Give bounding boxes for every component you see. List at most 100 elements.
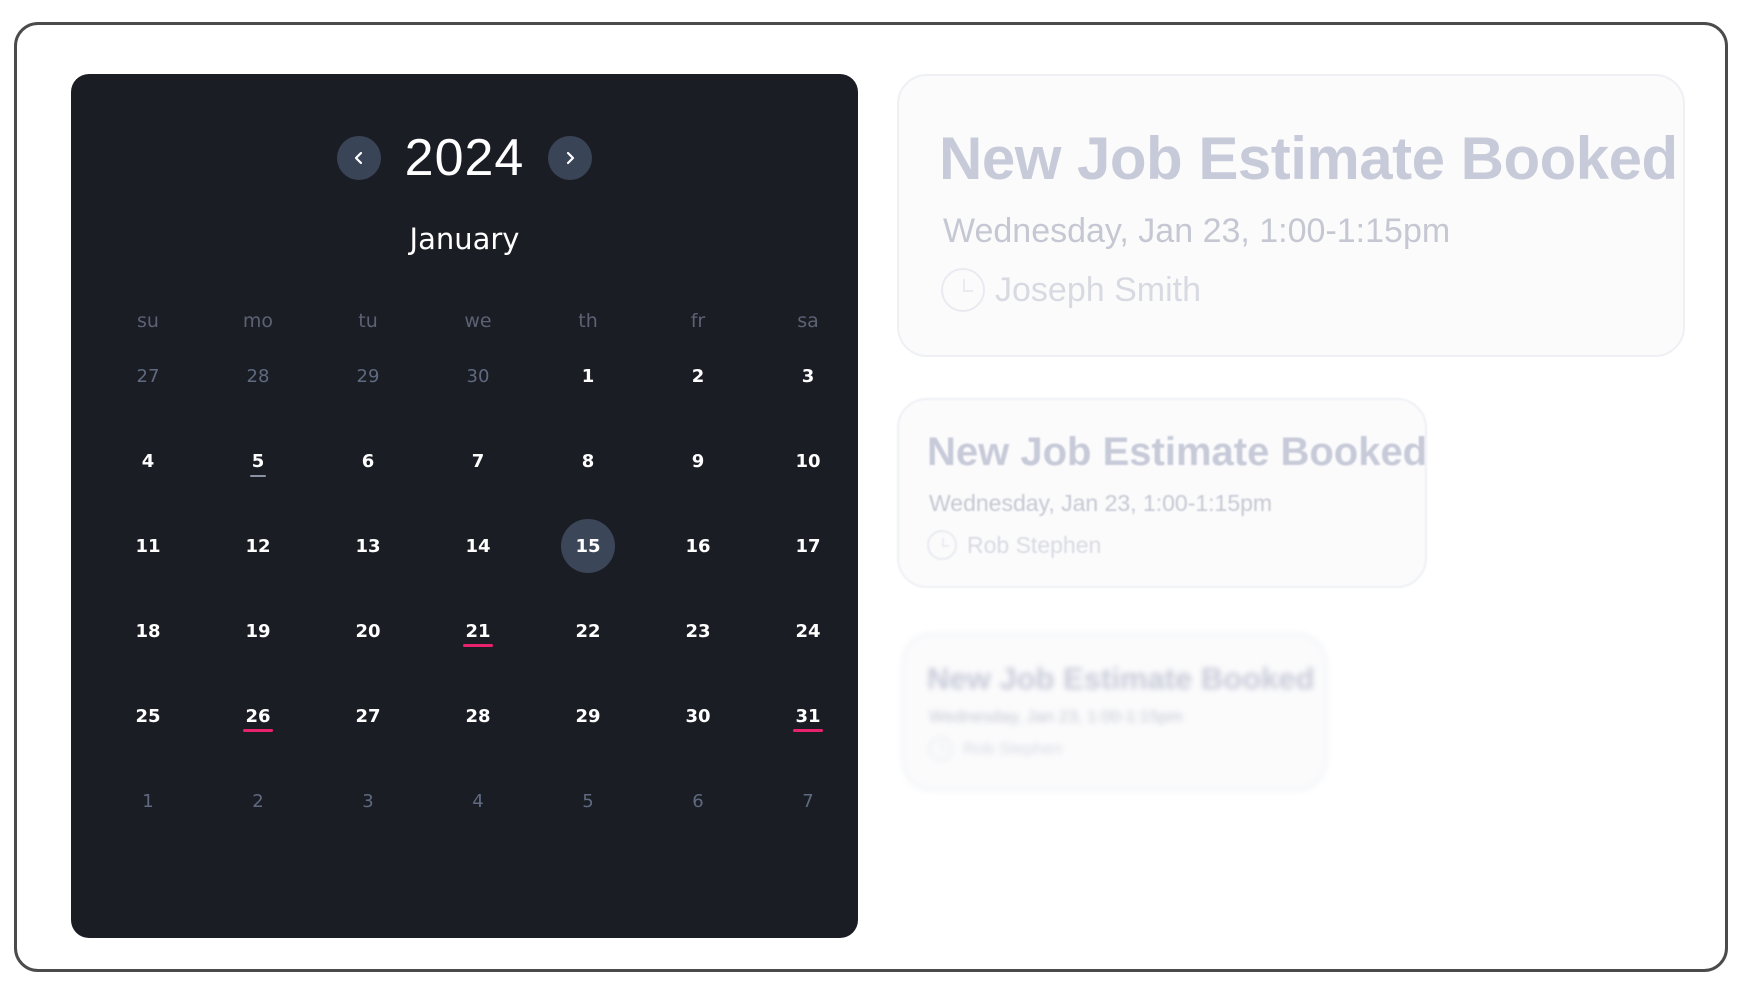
calendar-week-row: 1 2 3 4 5 6 7 [93, 774, 863, 828]
calendar-day-number: 28 [246, 365, 270, 387]
calendar-day-number: 27 [136, 365, 160, 387]
weekday-label: fr [690, 310, 706, 332]
calendar-day-number: 30 [685, 705, 711, 727]
weekday-header: su mo tu we th fr sa [93, 310, 863, 332]
calendar-day[interactable]: 6 [671, 774, 725, 828]
calendar-day[interactable]: 2 [231, 774, 285, 828]
notification-title: New Job Estimate Booked [927, 430, 1428, 474]
weekday-label: tu [358, 310, 378, 332]
clock-icon [941, 268, 985, 312]
calendar-day[interactable]: 9 [671, 434, 725, 488]
notification-time: Wednesday, Jan 23, 1:00-1:15pm [929, 490, 1273, 516]
calendar-day[interactable]: 3 [341, 774, 395, 828]
notification-person-row: Rob Stephen [929, 737, 1062, 761]
calendar-week-row: 25 26 27 28 29 30 31 [93, 689, 863, 743]
next-year-button[interactable] [548, 136, 593, 180]
calendar-day-selected[interactable]: 15 [561, 519, 615, 573]
notification-card[interactable]: New Job Estimate Booked Wednesday, Jan 2… [897, 74, 1685, 357]
calendar-day[interactable]: 6 [341, 434, 395, 488]
year-label: 2024 [404, 129, 525, 187]
calendar-day[interactable]: 20 [341, 604, 395, 658]
calendar-day-number: 6 [361, 450, 375, 472]
prev-year-button[interactable] [336, 136, 381, 180]
calendar-day[interactable]: 7 [781, 774, 835, 828]
calendar-week-row: 4 5 6 7 8 9 10 [93, 434, 863, 488]
calendar-day[interactable]: 8 [561, 434, 615, 488]
weekday-label: we [464, 310, 492, 332]
calendar-day-number: 22 [575, 620, 601, 642]
calendar-day[interactable]: 25 [121, 689, 175, 743]
calendar-day-number: 4 [141, 450, 155, 472]
calendar-day-number: 10 [795, 450, 821, 472]
calendar-day[interactable]: 22 [561, 604, 615, 658]
calendar-day[interactable]: 12 [231, 519, 285, 573]
notification-card[interactable]: New Job Estimate Booked Wednesday, Jan 2… [897, 398, 1427, 588]
calendar-day[interactable]: 16 [671, 519, 725, 573]
weekday-label: mo [242, 310, 274, 332]
calendar-day-number: 1 [581, 365, 595, 387]
calendar-day[interactable]: 13 [341, 519, 395, 573]
calendar-day-number: 5 [582, 790, 594, 812]
calendar-day[interactable]: 29 [561, 689, 615, 743]
app-frame: 2024 January su mo tu we th fr sa 27 28 29… [14, 22, 1728, 972]
notification-person: Rob Stephen [967, 531, 1102, 558]
chevron-right-icon [567, 151, 575, 165]
clock-icon [927, 530, 957, 560]
calendar-day[interactable]: 27 [341, 689, 395, 743]
calendar-day[interactable]: 31 [781, 689, 835, 743]
notification-time: Wednesday, Jan 23, 1:00-1:15pm [929, 707, 1183, 726]
calendar-day[interactable]: 18 [121, 604, 175, 658]
notification-title: New Job Estimate Booked [927, 661, 1315, 696]
calendar-day-number: 12 [245, 535, 271, 557]
calendar-day[interactable]: 11 [121, 519, 175, 573]
notification-card[interactable]: New Job Estimate Booked Wednesday, Jan 2… [902, 633, 1327, 791]
calendar-day-number: 27 [355, 705, 381, 727]
calendar-day[interactable]: 7 [451, 434, 505, 488]
calendar-day-number: 15 [575, 535, 601, 557]
calendar-day[interactable]: 2 [671, 349, 725, 403]
calendar-day-number: 30 [466, 365, 490, 387]
calendar-day-number: 21 [463, 620, 493, 647]
weekday-label: sa [797, 310, 819, 332]
notification-time: Wednesday, Jan 23, 1:00-1:15pm [943, 212, 1451, 250]
calendar-day[interactable]: 27 [121, 349, 175, 403]
calendar-day[interactable]: 21 [451, 604, 505, 658]
calendar-day-number: 25 [135, 705, 161, 727]
notification-person: Rob Stephen [963, 739, 1063, 758]
calendar-day[interactable]: 28 [451, 689, 505, 743]
calendar-day[interactable]: 4 [451, 774, 505, 828]
calendar-day[interactable]: 1 [561, 349, 615, 403]
calendar-day[interactable]: 4 [121, 434, 175, 488]
calendar-day[interactable]: 5 [231, 434, 285, 488]
calendar-day[interactable]: 19 [231, 604, 285, 658]
calendar-day[interactable]: 17 [781, 519, 835, 573]
calendar-day-number: 20 [355, 620, 381, 642]
calendar-day[interactable]: 30 [671, 689, 725, 743]
calendar-week-row: 18 19 20 21 22 23 24 [93, 604, 863, 658]
calendar-day[interactable]: 26 [231, 689, 285, 743]
calendar-day[interactable]: 24 [781, 604, 835, 658]
calendar-day-number: 5 [249, 450, 266, 477]
calendar-day[interactable]: 14 [451, 519, 505, 573]
calendar-day[interactable]: 1 [121, 774, 175, 828]
calendar-day-number: 9 [691, 450, 705, 472]
calendar-day[interactable]: 23 [671, 604, 725, 658]
calendar-panel: 2024 January su mo tu we th fr sa 27 28 29… [71, 74, 858, 938]
calendar-day-number: 3 [362, 790, 374, 812]
chevron-left-icon [354, 151, 362, 165]
calendar-day[interactable]: 30 [451, 349, 505, 403]
calendar-week-row: 11 12 13 14 15 16 17 [93, 519, 863, 573]
weekday-label: su [137, 310, 159, 332]
calendar-week-row: 27 28 29 30 1 2 3 [93, 349, 863, 403]
notification-person-row: Joseph Smith [941, 268, 1201, 312]
calendar-day-number: 29 [356, 365, 380, 387]
calendar-day[interactable]: 3 [781, 349, 835, 403]
calendar-day[interactable]: 5 [561, 774, 615, 828]
calendar-day-number: 19 [245, 620, 271, 642]
calendar-day[interactable]: 28 [231, 349, 285, 403]
calendar-day[interactable]: 10 [781, 434, 835, 488]
notification-title: New Job Estimate Booked [939, 125, 1678, 192]
calendar-day-number: 16 [685, 535, 711, 557]
calendar-day-number: 1 [142, 790, 154, 812]
calendar-day[interactable]: 29 [341, 349, 395, 403]
